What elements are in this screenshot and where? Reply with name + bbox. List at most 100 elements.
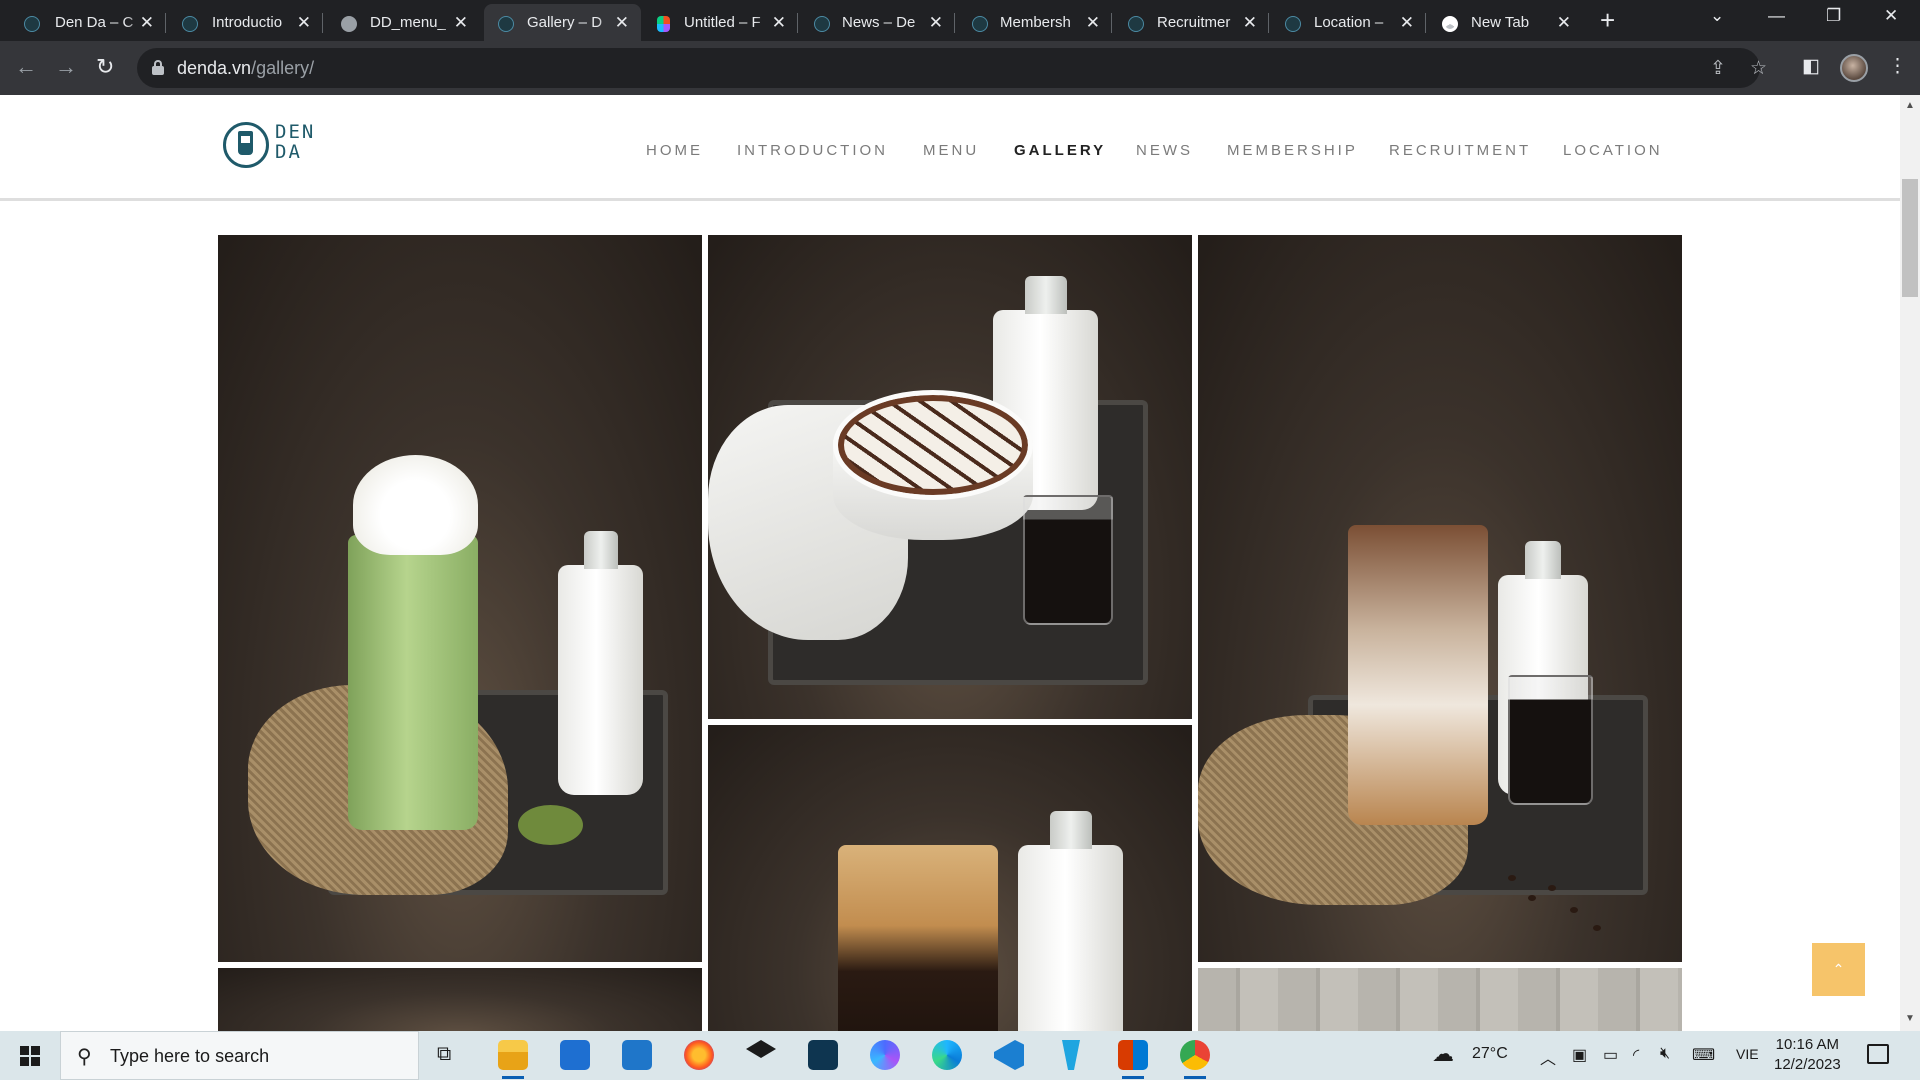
nav-location[interactable]: LOCATION (1563, 142, 1663, 159)
chrome-icon[interactable] (1180, 1040, 1210, 1079)
coffee-beans (1508, 875, 1516, 881)
tab-figma[interactable]: Untitled – F ✕ (641, 4, 798, 41)
bookmark-star-icon[interactable]: ☆ (1750, 57, 1767, 80)
lock-icon[interactable] (152, 60, 164, 75)
scrollbar-thumb[interactable] (1902, 179, 1918, 297)
show-hidden-icons-chevron-icon[interactable]: ︿ (1540, 1045, 1556, 1069)
copilot-icon[interactable] (870, 1040, 900, 1070)
webpage: DEN DA HOME INTRODUCTION MENU GALLERY NE… (0, 95, 1900, 1031)
tab-title: News – De (842, 14, 916, 31)
denda-favicon-icon (1285, 16, 1301, 32)
meet-now-icon[interactable]: ▣ (1572, 1045, 1587, 1065)
tab-title: Introductio (212, 14, 283, 31)
scroll-up-arrow-icon[interactable]: ▲ (1905, 100, 1915, 111)
close-tab-icon[interactable]: ✕ (1086, 13, 1100, 33)
close-tab-icon[interactable]: ✕ (929, 13, 943, 33)
nav-introduction[interactable]: INTRODUCTION (737, 142, 888, 159)
nav-menu[interactable]: MENU (923, 142, 979, 159)
close-tab-icon[interactable]: ✕ (454, 13, 468, 33)
espresso-shot (1023, 495, 1113, 625)
tab-membership[interactable]: Membersh ✕ (955, 4, 1112, 41)
windows-start-icon[interactable] (20, 1046, 40, 1066)
nav-recruitment[interactable]: RECRUITMENT (1389, 142, 1531, 159)
denda-favicon-icon (1128, 16, 1144, 32)
edge-icon[interactable] (932, 1040, 962, 1070)
file-explorer-icon[interactable] (498, 1040, 528, 1079)
close-window-icon[interactable]: ✕ (1884, 6, 1898, 26)
input-language[interactable]: VIE (1736, 1046, 1759, 1062)
kebab-menu-icon[interactable]: ⋮ (1888, 55, 1907, 78)
latte-art (833, 390, 1033, 500)
iced-coffee-photo[interactable] (708, 725, 1192, 1031)
cappuccino-photo[interactable] (708, 235, 1192, 719)
gallery-photo[interactable] (218, 968, 702, 1031)
tab-search-icon[interactable]: ⌄ (1710, 6, 1724, 26)
vscode-icon[interactable] (994, 1040, 1024, 1070)
tab-news[interactable]: News – De ✕ (798, 4, 955, 41)
matcha-frappe-photo[interactable] (218, 235, 702, 962)
forward-arrow-icon[interactable]: → (55, 55, 77, 79)
side-panel-icon[interactable]: ◧ (1802, 55, 1820, 78)
tab-new-tab[interactable]: New Tab ✕ (1426, 4, 1583, 41)
den-da-logo[interactable]: DEN DA (223, 120, 313, 168)
logo-cup-icon (238, 131, 253, 155)
weather-temperature[interactable]: 27°C (1472, 1045, 1508, 1063)
firefox-icon[interactable] (684, 1040, 714, 1070)
chrome-icon (1442, 16, 1458, 32)
close-tab-icon[interactable]: ✕ (1557, 13, 1571, 33)
tab-title: Membersh (1000, 14, 1071, 31)
figma-icon (657, 16, 670, 32)
dropbox-icon[interactable] (746, 1040, 776, 1058)
battery-icon[interactable]: ▭ (1603, 1045, 1618, 1065)
tab-dd-menu[interactable]: DD_menu_ ✕ (323, 4, 480, 41)
office-icon[interactable] (1118, 1040, 1148, 1079)
profile-avatar[interactable] (1840, 54, 1868, 82)
close-tab-icon[interactable]: ✕ (297, 13, 311, 33)
matcha-glass (348, 535, 478, 830)
weather-cloud-icon[interactable]: ☁ (1432, 1041, 1454, 1067)
taskbar-search-box[interactable]: ⚲ Type here to search (60, 1031, 419, 1080)
taskbar-clock[interactable]: 10:16 AM 12/2/2023 (1774, 1035, 1841, 1075)
scroll-down-arrow-icon[interactable]: ▼ (1905, 1013, 1915, 1024)
nav-home[interactable]: HOME (646, 142, 703, 159)
url-text[interactable]: denda.vn/gallery/ (177, 58, 314, 78)
keyboard-icon[interactable]: ⌨ (1692, 1045, 1715, 1065)
close-tab-icon[interactable]: ✕ (140, 13, 154, 33)
new-tab-button[interactable]: + (1600, 6, 1615, 34)
tab-recruitment[interactable]: Recruitmer ✕ (1112, 4, 1269, 41)
iced-latte-photo[interactable] (1198, 235, 1682, 962)
volume-muted-icon[interactable]: 🔇︎ (1660, 1045, 1670, 1063)
task-view-icon[interactable]: ⧉ (437, 1043, 451, 1066)
share-icon[interactable]: ⇪ (1710, 57, 1726, 80)
restore-icon[interactable]: ❐ (1826, 6, 1841, 26)
tab-introduction[interactable]: Introductio ✕ (166, 4, 323, 41)
close-tab-icon[interactable]: ✕ (1243, 13, 1257, 33)
mail-icon[interactable] (622, 1040, 652, 1070)
nav-news[interactable]: NEWS (1136, 142, 1193, 159)
back-to-top-button[interactable]: ⌃ (1812, 943, 1865, 996)
notion-like-app-icon[interactable] (808, 1040, 838, 1070)
microsoft-store-icon[interactable] (560, 1040, 590, 1070)
nav-membership[interactable]: MEMBERSHIP (1227, 142, 1358, 159)
clock-time: 10:16 AM (1775, 1036, 1840, 1053)
back-arrow-icon[interactable]: ← (15, 55, 37, 79)
minimize-icon[interactable]: — (1768, 6, 1785, 26)
gallery-photo[interactable] (1198, 968, 1682, 1031)
nav-gallery[interactable]: GALLERY (1014, 142, 1106, 159)
notification-center-icon[interactable] (1867, 1044, 1889, 1064)
coffee-beans (1593, 925, 1601, 931)
close-tab-icon[interactable]: ✕ (1400, 13, 1414, 33)
app-icon[interactable] (1062, 1040, 1080, 1070)
tab-location[interactable]: Location – ✕ (1269, 4, 1426, 41)
whipped-cream (353, 455, 478, 555)
reload-icon[interactable]: ↻ (96, 55, 114, 79)
page-scrollbar[interactable]: ▲ ▼ (1900, 95, 1920, 1031)
milk-bottle (1018, 811, 1123, 1031)
address-bar[interactable]: denda.vn/gallery/ ⇪ ☆ (137, 48, 1767, 88)
close-tab-icon[interactable]: ✕ (772, 13, 786, 33)
tab-den-da[interactable]: Den Da – C ✕ (0, 4, 166, 41)
wifi-icon[interactable]: ◜ (1633, 1045, 1639, 1065)
tab-gallery[interactable]: Gallery – D ✕ (484, 4, 641, 41)
chevron-up-icon: ⌃ (1832, 961, 1845, 977)
close-tab-icon[interactable]: ✕ (615, 13, 629, 33)
